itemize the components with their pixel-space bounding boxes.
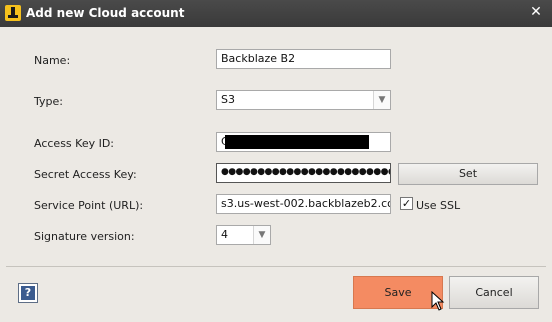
access-key-input[interactable]: C <box>216 132 391 152</box>
footer-separator <box>6 266 546 267</box>
secret-key-input[interactable]: ●●●●●●●●●●●●●●●●●●●●●●●●●●●●● <box>216 163 391 183</box>
name-label: Name: <box>34 54 71 67</box>
title-bar: Add new Cloud account ✕ <box>0 0 552 27</box>
redaction-bar <box>225 135 369 149</box>
save-button[interactable]: Save <box>353 276 443 309</box>
secret-key-label: Secret Access Key: <box>34 168 137 181</box>
signature-select-value: 4 <box>221 228 228 241</box>
cancel-button[interactable]: Cancel <box>449 276 539 309</box>
service-point-input[interactable]: s3.us-west-002.backblazeb2.com <box>216 194 391 214</box>
name-input[interactable]: Backblaze B2 <box>216 49 391 69</box>
chevron-down-icon[interactable]: ▼ <box>373 91 390 109</box>
signature-select[interactable]: 4 ▼ <box>216 225 271 245</box>
type-select-value: S3 <box>221 93 235 106</box>
use-ssl-checkbox[interactable]: ✓ <box>400 197 413 210</box>
access-key-label: Access Key ID: <box>34 137 115 150</box>
chevron-down-icon[interactable]: ▼ <box>253 226 270 244</box>
close-icon[interactable]: ✕ <box>528 4 544 20</box>
type-select[interactable]: S3 ▼ <box>216 90 391 110</box>
help-button[interactable]: ? <box>18 283 38 303</box>
set-button[interactable]: Set <box>398 163 538 185</box>
app-logo-icon <box>5 5 21 21</box>
service-point-label: Service Point (URL): <box>34 199 144 212</box>
mouse-pointer-icon <box>431 291 445 311</box>
signature-label: Signature version: <box>34 230 135 243</box>
use-ssl-label: Use SSL <box>416 199 461 212</box>
help-icon: ? <box>21 286 35 300</box>
type-label: Type: <box>34 95 63 108</box>
window-title: Add new Cloud account <box>26 6 185 20</box>
